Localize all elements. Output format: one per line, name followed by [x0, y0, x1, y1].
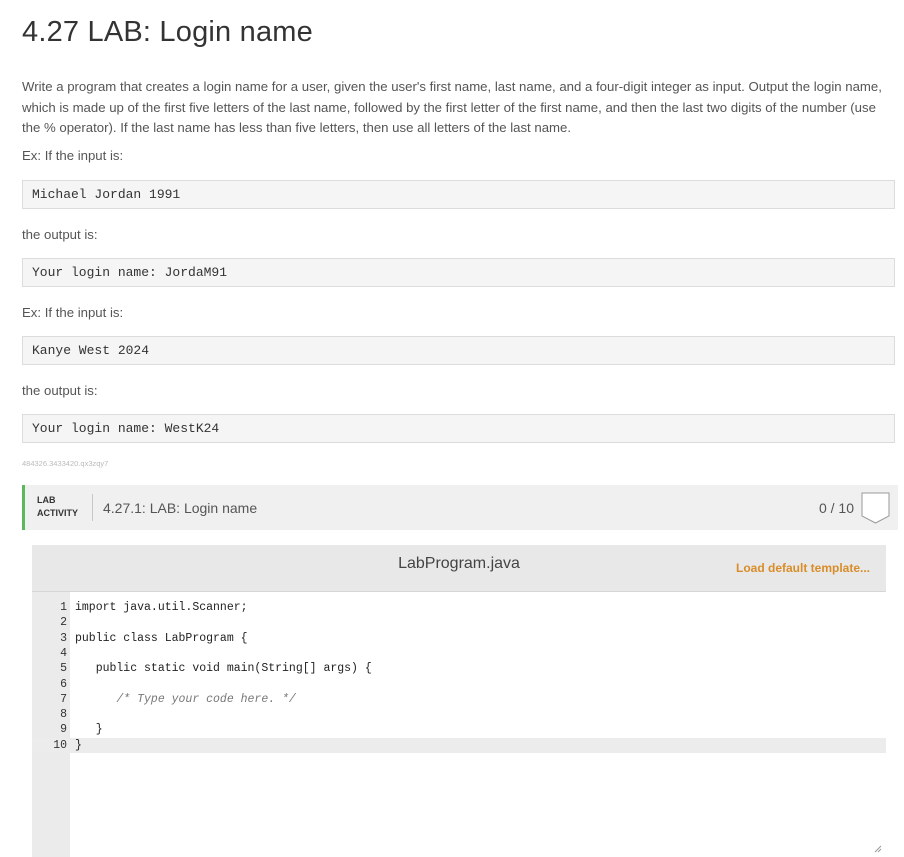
line-code: public class LabProgram { — [75, 631, 248, 645]
lab-activity-tag: LAB ACTIVITY — [37, 494, 78, 520]
line-number: 1 — [60, 601, 67, 614]
score-badge-icon — [861, 492, 890, 524]
resize-handle-icon[interactable] — [874, 845, 882, 853]
code-line[interactable]: 9 } — [32, 722, 886, 737]
example-1-output: Your login name: JordaM91 — [22, 258, 895, 287]
score-display: 0 / 10 — [818, 500, 854, 516]
code-line[interactable]: 3 public class LabProgram { — [32, 631, 886, 646]
line-code: import java.util.Scanner; — [75, 601, 248, 614]
code-line[interactable]: 7 /* Type your code here. */ — [32, 692, 886, 707]
code-line-active[interactable]: 10 } — [32, 737, 886, 753]
line-number: 3 — [60, 631, 67, 645]
lab-activity-name: 4.27.1: LAB: Login name — [103, 500, 258, 516]
example-1-output-intro: the output is: — [22, 227, 98, 242]
lab-tag-line1: LAB — [37, 495, 56, 505]
line-number: 7 — [60, 692, 67, 706]
editor-header: LabProgram.java Load default template... — [32, 545, 886, 592]
example-1-intro: Ex: If the input is: — [22, 148, 124, 163]
example-1-input: Michael Jordan 1991 — [22, 180, 895, 209]
line-number: 6 — [60, 677, 67, 691]
code-line[interactable]: 5 public static void main(String[] args)… — [32, 661, 886, 676]
page-title: 4.27 LAB: Login name — [22, 16, 313, 48]
line-code: } — [75, 723, 103, 737]
lab-tag-line2: ACTIVITY — [37, 508, 79, 518]
code-line[interactable]: 6 — [32, 677, 886, 692]
line-number: 2 — [60, 616, 67, 630]
line-number: 10 — [53, 738, 67, 752]
header-divider — [92, 494, 93, 521]
problem-description: Write a program that creates a login nam… — [22, 79, 882, 135]
line-number: 8 — [60, 708, 67, 722]
example-2-output-intro: the output is: — [22, 383, 98, 398]
code-line[interactable]: 2 — [32, 615, 886, 630]
line-code: /* Type your code here. */ — [75, 692, 296, 706]
activity-id: 484326.3433420.qx3zqy7 — [22, 459, 109, 468]
code-line[interactable]: 8 — [32, 707, 886, 722]
code-line[interactable]: 4 — [32, 646, 886, 661]
line-number: 5 — [60, 662, 67, 676]
line-code: public static void main(String[] args) { — [75, 662, 372, 676]
line-number: 9 — [60, 723, 67, 737]
example-2-intro: Ex: If the input is: — [22, 305, 124, 320]
code-text-area[interactable]: 1 import java.util.Scanner; 2 3 public c… — [32, 592, 886, 857]
example-2-input: Kanye West 2024 — [22, 336, 895, 365]
lab-activity-header: LAB ACTIVITY 4.27.1: LAB: Login name 0 /… — [22, 485, 898, 530]
line-code: } — [75, 738, 82, 752]
code-line[interactable]: 1 import java.util.Scanner; — [32, 600, 886, 615]
line-number: 4 — [60, 646, 67, 660]
code-editor: LabProgram.java Load default template...… — [32, 545, 886, 857]
load-default-template-link[interactable]: Load default template... — [736, 561, 870, 575]
example-2-output: Your login name: WestK24 — [22, 414, 895, 443]
